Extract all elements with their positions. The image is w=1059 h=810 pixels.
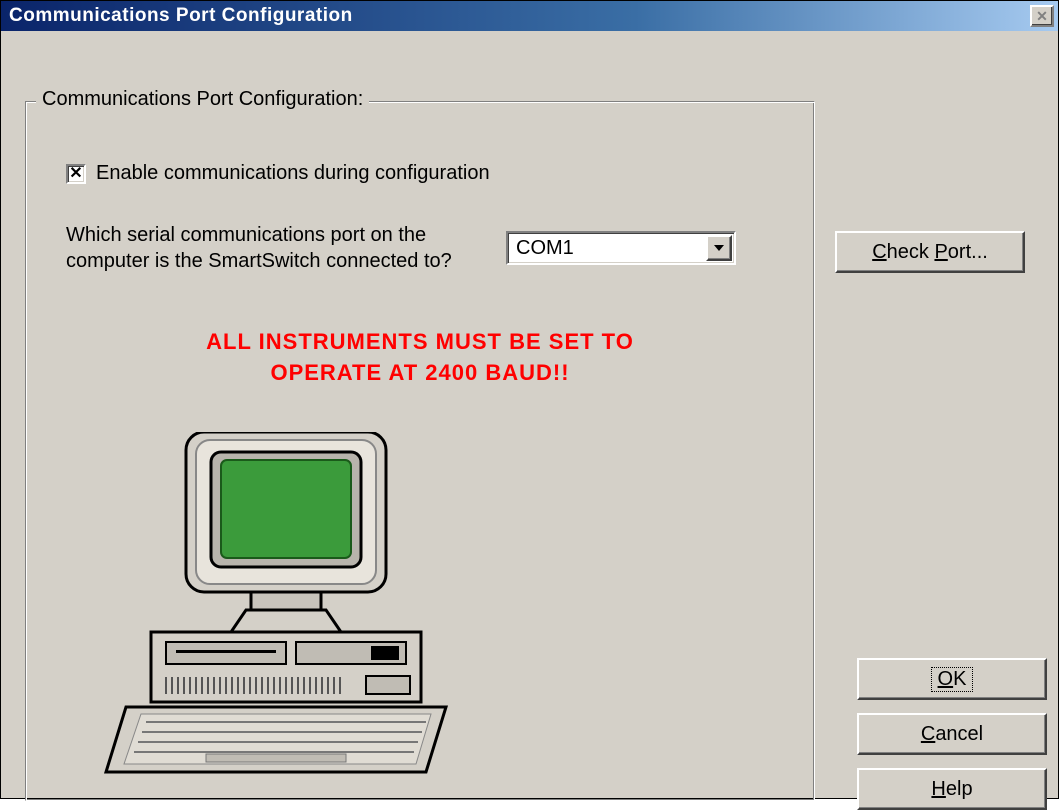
close-button[interactable]: ✕ xyxy=(1030,5,1054,27)
client-area: Communications Port Configuration: ✕ Ena… xyxy=(1,31,1058,798)
chevron-down-icon xyxy=(714,245,724,251)
groupbox-legend: Communications Port Configuration: xyxy=(36,88,369,111)
window-title: Communications Port Configuration xyxy=(9,5,353,27)
close-icon: ✕ xyxy=(1036,8,1048,25)
enable-comm-label: Enable communications during configurati… xyxy=(96,162,490,185)
config-groupbox: Communications Port Configuration: ✕ Ena… xyxy=(25,101,815,801)
dropdown-button[interactable] xyxy=(706,235,732,261)
enable-comm-checkbox[interactable]: ✕ xyxy=(66,164,86,184)
computer-icon xyxy=(96,432,456,782)
ok-button[interactable]: OK xyxy=(857,658,1047,700)
baud-warning: ALL INSTRUMENTS MUST BE SET TO OPERATE A… xyxy=(26,327,814,389)
checkmark-icon: ✕ xyxy=(69,166,82,182)
check-port-button[interactable]: Check Port... xyxy=(835,231,1025,273)
titlebar: Communications Port Configuration ✕ xyxy=(1,1,1058,31)
com-port-value: COM1 xyxy=(516,237,574,260)
enable-comm-row: ✕ Enable communications during configura… xyxy=(66,162,490,185)
help-button[interactable]: Help xyxy=(857,768,1047,810)
dialog-window: Communications Port Configuration ✕ Comm… xyxy=(0,0,1059,799)
cancel-button[interactable]: Cancel xyxy=(857,713,1047,755)
port-question-row: Which serial communications port on the … xyxy=(66,222,774,274)
com-port-select[interactable]: COM1 xyxy=(506,231,736,265)
port-question-text: Which serial communications port on the … xyxy=(66,222,486,274)
